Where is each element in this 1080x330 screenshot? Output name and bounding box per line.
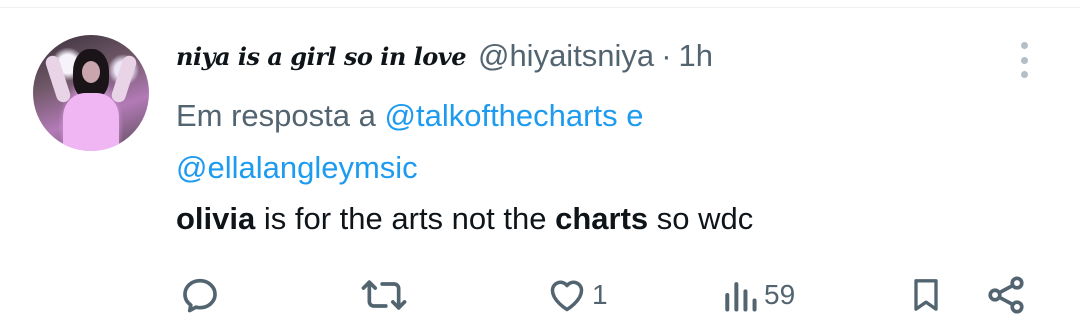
views-icon bbox=[725, 282, 757, 312]
like-button[interactable]: 1 bbox=[546, 270, 608, 320]
tweet-text-bold-2: charts bbox=[555, 201, 649, 236]
tweet-header: niya is a girl so in love @hiyaitsniya ·… bbox=[176, 36, 713, 76]
display-name[interactable]: niya is a girl so in love bbox=[176, 42, 466, 71]
bookmark-button[interactable] bbox=[906, 270, 946, 320]
tweet-text: olivia is for the arts not the charts so… bbox=[176, 196, 1036, 242]
like-count: 1 bbox=[592, 279, 608, 310]
avatar-arm-right bbox=[109, 54, 139, 104]
avatar[interactable] bbox=[33, 35, 149, 151]
retweet-button[interactable] bbox=[360, 270, 408, 320]
reply-connector: e bbox=[626, 98, 644, 133]
heart-icon bbox=[550, 280, 584, 312]
share-button[interactable] bbox=[984, 270, 1028, 320]
reply-prefix: Em resposta a bbox=[176, 98, 376, 133]
mention-ellalangleymsic[interactable]: @ellalangleymsic bbox=[176, 150, 418, 185]
user-handle[interactable]: @hiyaitsniya bbox=[478, 38, 654, 74]
tweet-text-segment-2: is for the arts not the bbox=[255, 201, 556, 236]
avatar-body bbox=[63, 93, 119, 151]
reply-icon bbox=[183, 278, 217, 313]
timestamp[interactable]: 1h bbox=[679, 38, 713, 74]
top-divider bbox=[0, 7, 1080, 8]
avatar-face bbox=[82, 61, 100, 83]
bookmark-icon bbox=[914, 279, 938, 311]
tweet-text-bold-1: olivia bbox=[176, 201, 256, 236]
reply-context: Em resposta a @talkofthecharts e @ellala… bbox=[176, 90, 1036, 194]
more-options-icon[interactable] bbox=[1014, 42, 1034, 78]
action-bar: 1 59 bbox=[0, 270, 1080, 320]
reply-button[interactable] bbox=[178, 270, 222, 320]
separator-dot: · bbox=[661, 38, 672, 73]
more-dot bbox=[1020, 42, 1028, 49]
retweet-icon bbox=[361, 280, 407, 310]
mention-talkofthecharts[interactable]: @talkofthecharts bbox=[385, 98, 618, 133]
more-dot bbox=[1020, 71, 1028, 78]
tweet-text-segment-4: so wdc bbox=[648, 201, 754, 236]
share-icon bbox=[988, 276, 1024, 314]
views-count: 59 bbox=[764, 279, 796, 310]
avatar-arm-left bbox=[43, 54, 73, 104]
views-button[interactable]: 59 bbox=[720, 270, 795, 320]
more-dot bbox=[1020, 56, 1028, 64]
